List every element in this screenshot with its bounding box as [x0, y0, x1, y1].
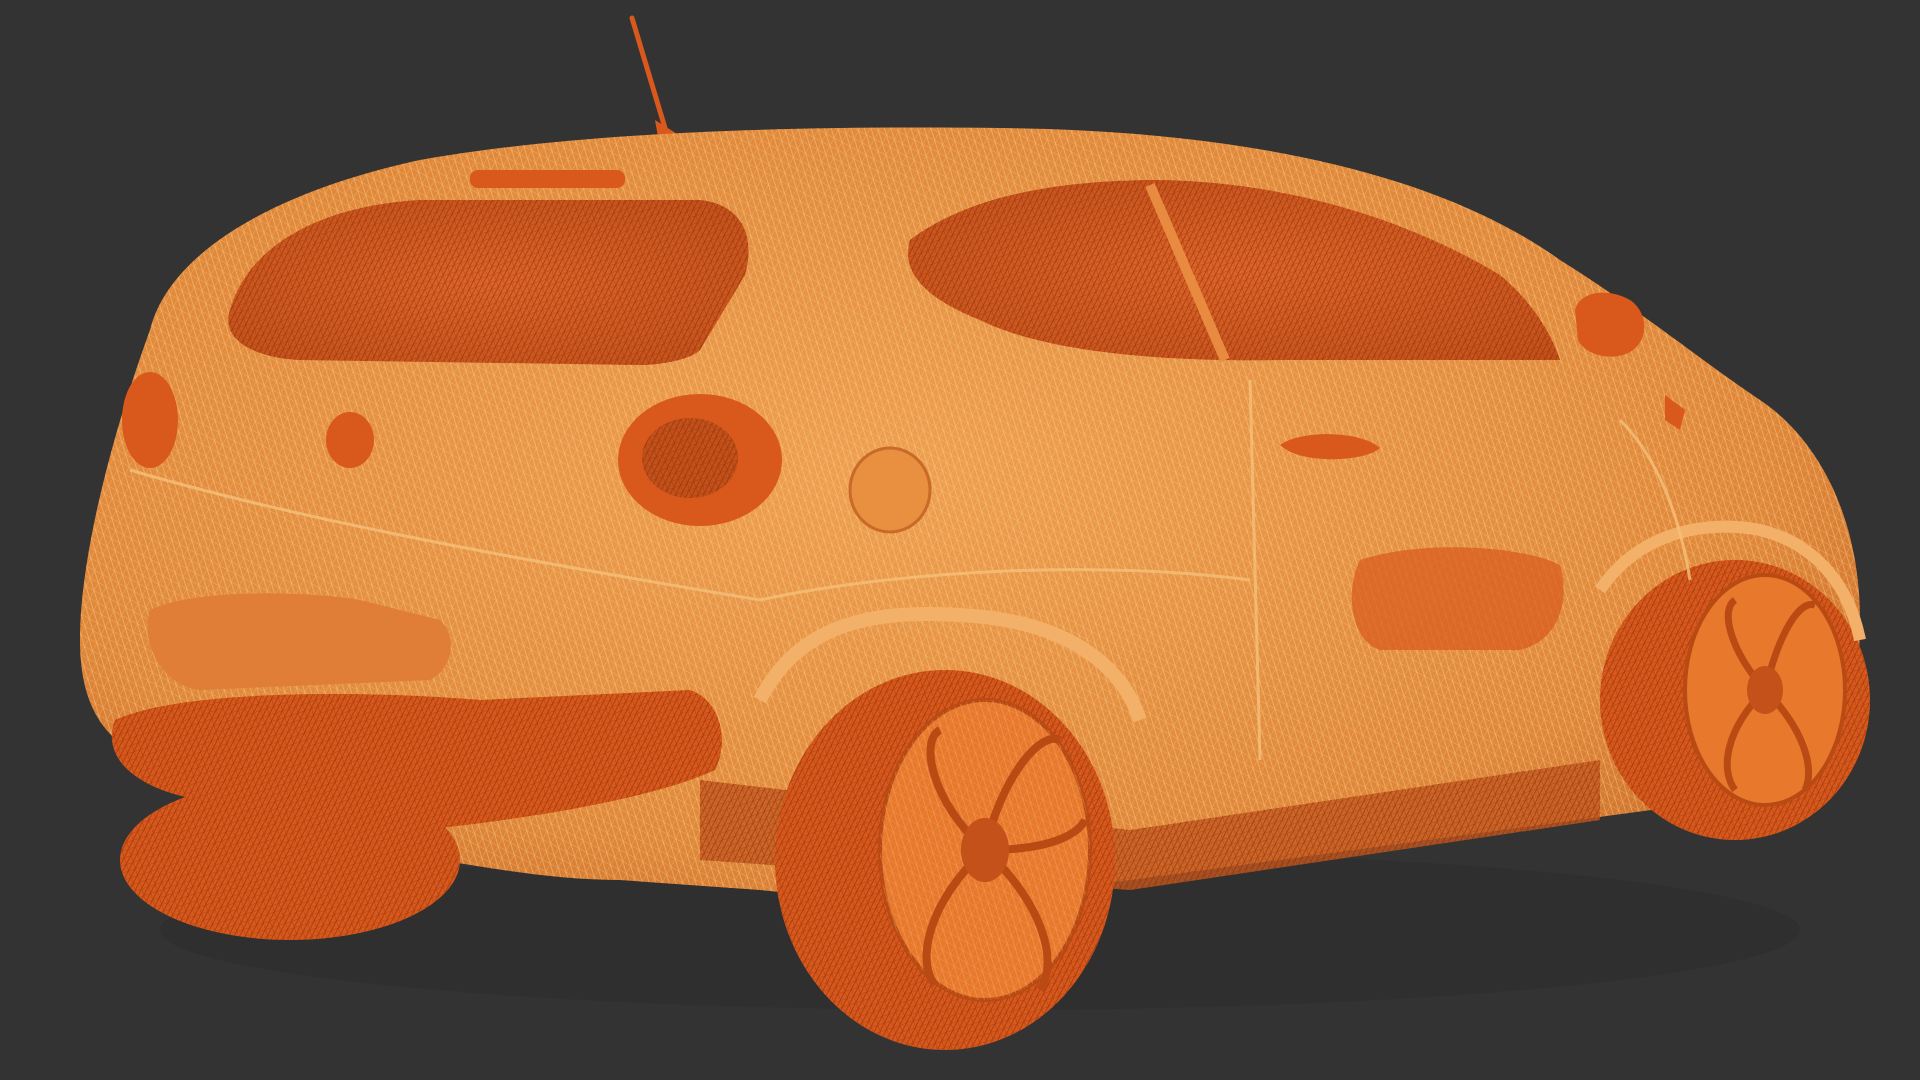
- rear-brake-light-strip: [470, 170, 625, 188]
- antenna: [629, 15, 690, 148]
- tail-light-right: [618, 394, 782, 526]
- wheel-rear-right: [775, 670, 1115, 1050]
- car-wireframe-render: [80, 15, 1870, 1050]
- tail-light-left: [122, 372, 178, 468]
- 3d-viewport[interactable]: [0, 0, 1920, 1080]
- side-mirror: [1575, 292, 1645, 357]
- wheel-front-right: [1600, 560, 1870, 840]
- wheel-rear-left: [120, 780, 460, 940]
- interior-seat: [1351, 547, 1564, 650]
- fuel-cap: [848, 446, 932, 534]
- rear-reflector-left: [326, 412, 374, 468]
